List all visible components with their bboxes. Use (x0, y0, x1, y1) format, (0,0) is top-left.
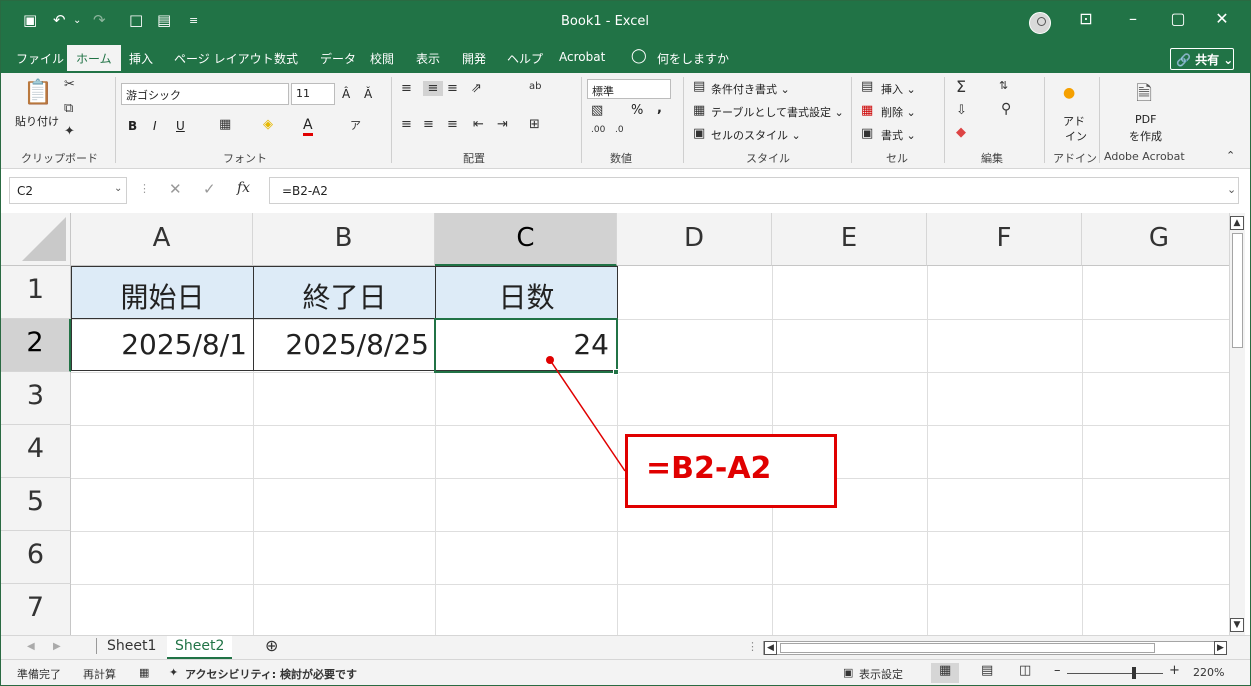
zoom-level[interactable]: 220% (1193, 666, 1224, 679)
scroll-up-icon[interactable]: ▲ (1230, 216, 1244, 230)
horizontal-scroll-thumb[interactable] (780, 643, 1155, 653)
sheet-tab-1[interactable]: Sheet1 (96, 638, 156, 654)
zoom-out-button[interactable]: – (1054, 663, 1061, 678)
accessibility-status[interactable]: アクセシビリティ: 検討が必要です (185, 666, 357, 682)
formula-callout: =B2-A2 (625, 434, 837, 508)
zoom-slider-track[interactable] (1067, 673, 1163, 674)
scroll-left-icon[interactable]: ◀ (764, 641, 777, 655)
display-settings-button[interactable]: 表示設定 (859, 666, 903, 682)
vertical-scroll-thumb[interactable] (1232, 233, 1243, 348)
scroll-right-icon[interactable]: ▶ (1214, 641, 1227, 655)
zoom-slider-thumb[interactable] (1132, 667, 1136, 679)
vertical-scrollbar[interactable]: ▲ ▼ (1229, 213, 1245, 635)
add-sheet-button[interactable]: ⊕ (265, 636, 278, 655)
recalc-status[interactable]: 再計算 (83, 666, 116, 682)
horizontal-scrollbar[interactable]: ◀ ▶ (763, 641, 1227, 655)
normal-view-icon[interactable]: ▦ (931, 663, 960, 683)
splitter-icon[interactable]: ⋮ (747, 640, 758, 653)
sheet-tab-2[interactable]: Sheet2 (167, 636, 233, 659)
macro-record-icon[interactable]: ▦ (139, 666, 149, 679)
page-layout-view-icon[interactable]: ▤ (981, 663, 993, 678)
zoom-in-button[interactable]: + (1169, 663, 1180, 678)
display-settings-icon: ▣ (843, 666, 854, 679)
page-break-view-icon[interactable]: ◫ (1019, 663, 1031, 678)
status-bar: 準備完了 再計算 ▦ ✦ アクセシビリティ: 検討が必要です ▣ 表示設定 ▦ … (1, 659, 1250, 685)
next-sheet-icon[interactable]: ▶ (53, 641, 61, 652)
sheet-tab-bar: ◀ ▶ Sheet1 Sheet2 ⊕ ⋮ ◀ ▶ (1, 635, 1250, 659)
annotation-connector (546, 356, 626, 472)
accessibility-icon: ✦ (169, 666, 179, 679)
ready-status: 準備完了 (17, 668, 61, 681)
excel-window: ▣ ↶ ⌄ ↷ □ ▤ ≡ Book1 - Excel ⊡ – ▢ ✕ ファイル… (0, 0, 1251, 686)
prev-sheet-icon[interactable]: ◀ (27, 641, 35, 652)
scroll-down-icon[interactable]: ▼ (1230, 618, 1244, 632)
